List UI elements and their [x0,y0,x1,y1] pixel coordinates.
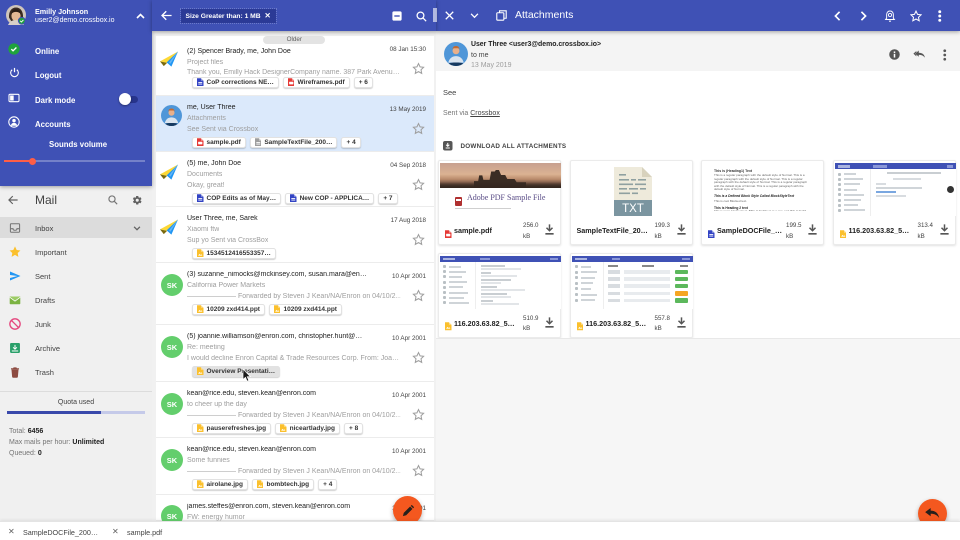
svg-text:SK: SK [167,400,178,409]
svg-text:SK: SK [167,343,178,352]
svg-text:SK: SK [167,512,178,521]
svg-text:SK: SK [167,456,178,465]
svg-text:SK: SK [167,281,178,290]
svg-text:TXT: TXT [622,203,644,215]
